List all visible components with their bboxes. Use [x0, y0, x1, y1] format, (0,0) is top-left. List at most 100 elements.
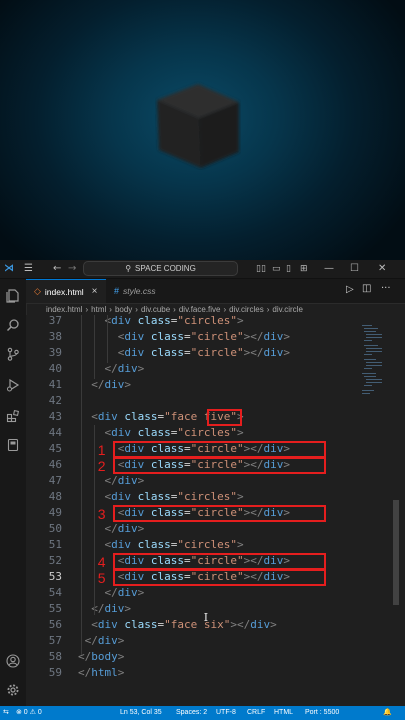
- title-bar: ⋊ ☰ ← → ⚲ SPACE CODING ▯▯ ▭ ▯ ⊞ — ☐ ✕: [0, 260, 405, 279]
- extensions-icon[interactable]: [3, 407, 23, 425]
- code-line[interactable]: 51 <div class="circles">: [26, 537, 405, 553]
- code-text: </div>: [91, 601, 131, 617]
- layout-sidebar-icon[interactable]: ▯▯: [256, 262, 266, 276]
- breadcrumb-item[interactable]: html: [91, 305, 106, 314]
- cube-graphic: [157, 84, 239, 168]
- menu-icon[interactable]: ☰: [24, 262, 33, 276]
- code-line[interactable]: 50 </div>: [26, 521, 405, 537]
- code-line[interactable]: 41 </div>: [26, 377, 405, 393]
- close-tab-icon[interactable]: ×: [92, 286, 98, 297]
- code-line[interactable]: 59 </html>: [26, 665, 405, 681]
- line-ending[interactable]: CRLF: [247, 706, 265, 720]
- account-icon[interactable]: [3, 652, 23, 670]
- tag-name: div: [111, 315, 131, 327]
- cursor-position[interactable]: Ln 53, Col 35: [120, 706, 162, 720]
- line-number: 44: [48, 426, 62, 439]
- attribute-value: "circle": [190, 330, 244, 343]
- breadcrumb-item[interactable]: div.circles: [229, 305, 264, 314]
- code-line[interactable]: 57 </div>: [26, 633, 405, 649]
- annotation-number: 4: [97, 554, 106, 570]
- back-arrow-icon[interactable]: ←: [53, 262, 61, 276]
- status-bar: ⇆ ⊗ 0 ⚠ 0 Ln 53, Col 35 Spaces: 2 UTF-8 …: [0, 706, 405, 720]
- code-line[interactable]: 47 </div>: [26, 473, 405, 489]
- minimap[interactable]: [360, 315, 390, 706]
- run-debug-icon[interactable]: [3, 376, 23, 394]
- remote-indicator[interactable]: ⇆: [3, 706, 9, 720]
- code-text: </div>: [104, 473, 144, 489]
- angle-bracket: </: [236, 618, 251, 631]
- indentation[interactable]: Spaces: 2: [176, 706, 207, 720]
- highlight-box-five: [207, 409, 242, 426]
- remote-explorer-icon[interactable]: [3, 436, 23, 454]
- attribute-name: class: [137, 538, 171, 551]
- problems-indicator[interactable]: ⊗ 0 ⚠ 0: [16, 706, 42, 720]
- tag-name: div: [117, 474, 138, 487]
- breadcrumb-item[interactable]: index.html: [46, 305, 82, 314]
- annotation-number: 3: [97, 506, 106, 522]
- code-text: <div class="circles">: [104, 537, 243, 553]
- command-center-search[interactable]: ⚲ SPACE CODING: [83, 261, 238, 276]
- breadcrumb-item[interactable]: div.face.five: [179, 305, 221, 314]
- minimize-button[interactable]: —: [324, 262, 334, 276]
- language-mode[interactable]: HTML: [274, 706, 293, 720]
- code-text: <div class="face six"></div>: [91, 617, 276, 633]
- tag-name: div: [117, 586, 138, 599]
- code-line[interactable]: 37 <div class="circles">: [26, 315, 405, 329]
- scrollbar-thumb[interactable]: [393, 500, 399, 605]
- code-line[interactable]: 55 </div>: [26, 601, 405, 617]
- breadcrumb-item[interactable]: div.cube: [141, 305, 170, 314]
- line-number: 43: [48, 410, 62, 423]
- search-sidebar-icon[interactable]: [3, 316, 23, 334]
- layout-panel-icon[interactable]: ▭: [272, 262, 281, 276]
- notifications-bell-icon[interactable]: 🔔: [383, 706, 392, 720]
- breadcrumb-item[interactable]: div.circle: [272, 305, 303, 314]
- code-line[interactable]: 56 <div class="face six"></div>: [26, 617, 405, 633]
- angle-bracket: </: [78, 650, 92, 663]
- attribute-value: "circles": [177, 426, 237, 439]
- source-control-icon[interactable]: [3, 345, 23, 363]
- tag-name: body: [91, 650, 118, 663]
- code-line[interactable]: 48 <div class="circles">: [26, 489, 405, 505]
- preview-area: [0, 0, 405, 260]
- tag-name: html: [91, 666, 118, 679]
- layout-secondary-icon[interactable]: ▯: [286, 262, 291, 276]
- activity-bar: [0, 279, 27, 706]
- forward-arrow-icon[interactable]: →: [68, 262, 76, 276]
- code-line[interactable]: 42: [26, 393, 405, 409]
- line-number: 37: [48, 315, 62, 327]
- run-icon[interactable]: ▷: [346, 284, 354, 295]
- code-editor[interactable]: 37<div class="circles">38<div class="cir…: [26, 315, 405, 706]
- angle-bracket: <: [91, 410, 98, 423]
- explorer-icon[interactable]: [3, 287, 23, 305]
- code-text: </div>: [85, 633, 125, 649]
- breadcrumb-item[interactable]: body: [115, 305, 132, 314]
- html-file-icon: ◇: [34, 286, 41, 296]
- code-line[interactable]: 44 <div class="circles">: [26, 425, 405, 441]
- code-text: <div class="circles">: [104, 425, 243, 441]
- attribute-value: "circle": [190, 346, 244, 359]
- angle-bracket: </: [250, 346, 264, 359]
- more-actions-icon[interactable]: ···: [381, 283, 391, 294]
- angle-bracket: </: [91, 602, 105, 615]
- tag-name: div: [263, 330, 284, 343]
- line-number: 47: [48, 474, 62, 487]
- code-line[interactable]: 54 </div>: [26, 585, 405, 601]
- split-editor-icon[interactable]: ◫: [362, 283, 371, 294]
- annotation-number: 1: [97, 442, 106, 458]
- close-window-button[interactable]: ✕: [378, 262, 386, 276]
- editor-scrollbar[interactable]: [391, 315, 401, 706]
- code-line[interactable]: 39 <div class="circle"></div>: [26, 345, 405, 361]
- line-number: 41: [48, 378, 62, 391]
- settings-gear-icon[interactable]: [3, 681, 23, 699]
- code-line[interactable]: 38 <div class="circle"></div>: [26, 329, 405, 345]
- customize-layout-icon[interactable]: ⊞: [300, 262, 308, 276]
- live-server-port[interactable]: Port : 5500: [305, 706, 339, 720]
- tab-style-css[interactable]: # style.css: [106, 279, 184, 303]
- tab-index-html[interactable]: ◇ index.html ×: [26, 279, 106, 303]
- code-line[interactable]: 40 </div>: [26, 361, 405, 377]
- tag-name: div: [97, 618, 118, 631]
- annotation-number: 2: [97, 458, 106, 474]
- code-line[interactable]: 58 </body>: [26, 649, 405, 665]
- maximize-button[interactable]: ☐: [350, 262, 359, 276]
- encoding[interactable]: UTF-8: [216, 706, 236, 720]
